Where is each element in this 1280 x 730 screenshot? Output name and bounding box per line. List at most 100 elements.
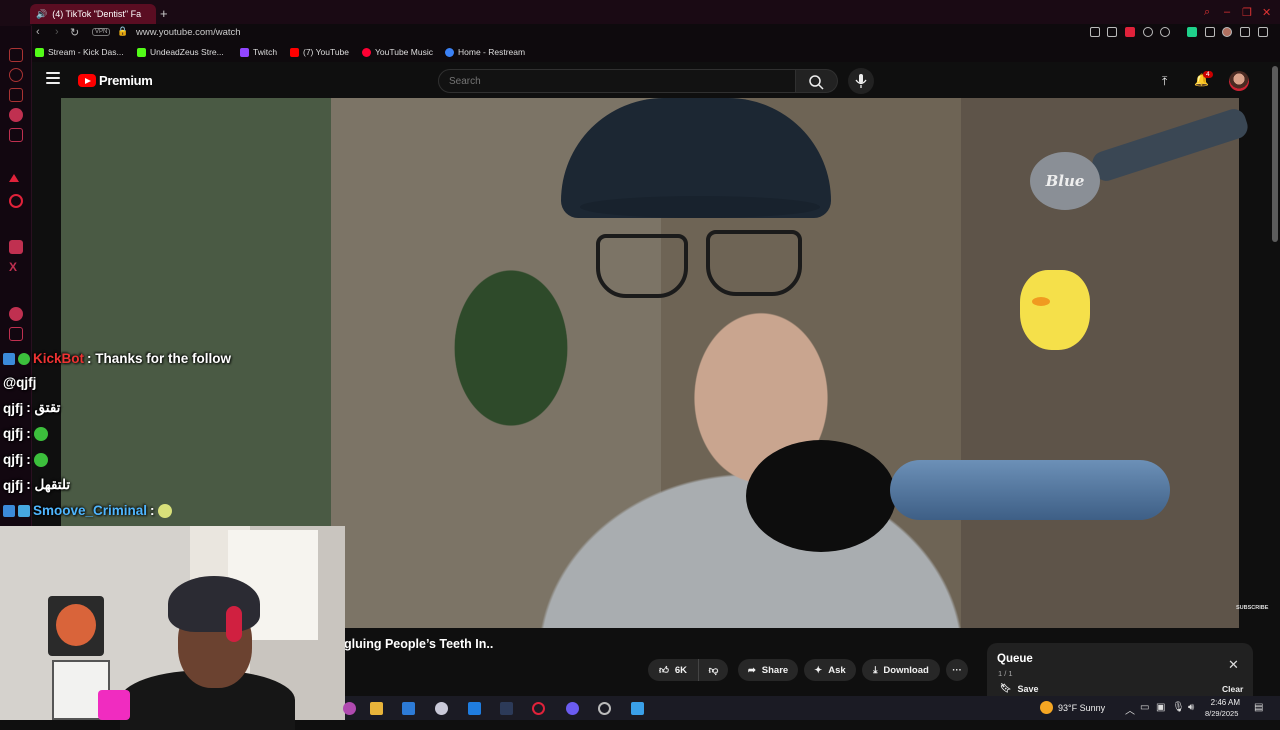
- upload-icon[interactable]: ⤒: [1162, 74, 1167, 89]
- bookmark-item[interactable]: Home - Restream: [445, 47, 525, 57]
- vpn-badge[interactable]: VPN: [92, 28, 111, 36]
- tray-app-icon[interactable]: ▣: [1156, 702, 1165, 713]
- sidebar-messenger-icon[interactable]: [9, 240, 23, 254]
- bookmark-item[interactable]: Stream - Kick Das...: [35, 47, 124, 57]
- network-icon[interactable]: ▭: [1140, 702, 1149, 713]
- search-icon: [809, 75, 824, 90]
- outlook-icon[interactable]: [468, 702, 481, 715]
- obs-icon[interactable]: [598, 702, 611, 715]
- video-frame-glasses: [706, 230, 802, 296]
- kick-icon: [137, 47, 146, 57]
- chat-username: KickBot: [33, 351, 85, 366]
- voice-search-button[interactable]: [848, 68, 874, 94]
- discord-icon[interactable]: [566, 702, 579, 715]
- search-button[interactable]: [796, 69, 838, 93]
- chat-message: KickBot : Thanks for the follow: [3, 351, 231, 366]
- taskbar-app-icon[interactable]: [343, 702, 356, 715]
- download-icon: ⤓: [873, 664, 878, 676]
- bookmark-item[interactable]: (7) YouTube: [290, 47, 349, 57]
- ask-button[interactable]: ✦ Ask: [804, 659, 856, 681]
- bookmark-item[interactable]: Twitch: [240, 47, 277, 57]
- sun-icon: [1040, 701, 1053, 714]
- search-tabs-icon[interactable]: ⌕: [1204, 6, 1210, 19]
- maximize-icon[interactable]: ❐: [1242, 6, 1252, 19]
- chat-username: Smoove_Criminal: [33, 503, 148, 518]
- adblock-icon[interactable]: [1125, 27, 1135, 37]
- chat-username: qjfj: [3, 477, 24, 493]
- bookmark-item[interactable]: YouTube Music: [362, 47, 433, 57]
- bookmark-icon: 🔖︎: [1000, 683, 1012, 693]
- chat-message: qjfj : تلتقهل: [3, 477, 70, 493]
- search-input[interactable]: [438, 69, 796, 93]
- extension-icon[interactable]: [1187, 27, 1197, 37]
- sidebar-music-icon[interactable]: [9, 108, 23, 122]
- sidebar-pinboard-icon[interactable]: [9, 307, 23, 321]
- sidebar-x-icon[interactable]: X: [9, 260, 23, 274]
- webcam-person-bonnet: [168, 576, 260, 632]
- sidebar-instagram-icon[interactable]: [9, 128, 23, 142]
- share-button[interactable]: ➦ Share: [738, 659, 798, 681]
- taskbar-window-icon[interactable]: [631, 702, 644, 715]
- account-avatar[interactable]: [1229, 71, 1249, 91]
- speaker-icon[interactable]: 🔊: [36, 9, 47, 20]
- sidebar-tool-icon[interactable]: [9, 88, 23, 102]
- minimize-icon[interactable]: –: [1224, 6, 1230, 18]
- url-field[interactable]: www.youtube.com/watch: [136, 27, 241, 38]
- new-tab-button[interactable]: +: [160, 6, 168, 21]
- sidebar-history-icon[interactable]: [9, 327, 23, 341]
- sidebar-chat-icon[interactable]: [9, 194, 23, 208]
- youtube-logo-text[interactable]: Premium: [99, 73, 153, 88]
- easy-setup-icon[interactable]: [1258, 27, 1268, 37]
- video-frame-mic-body: [890, 460, 1170, 520]
- queue-close-icon[interactable]: ✕: [1228, 657, 1239, 673]
- sidebar-mail-icon[interactable]: [9, 48, 23, 62]
- close-window-icon[interactable]: ✕: [1262, 6, 1271, 19]
- weather-widget[interactable]: 93°F Sunny: [1040, 701, 1105, 714]
- notification-center-icon[interactable]: ▤: [1254, 702, 1263, 713]
- tray-chevron-icon[interactable]: ︿: [1125, 702, 1135, 717]
- clock-time[interactable]: 2:46 AM: [1208, 698, 1240, 707]
- store-icon[interactable]: [402, 702, 415, 715]
- sparkle-icon: ✦: [814, 664, 823, 676]
- snapshot-icon[interactable]: [1107, 27, 1117, 37]
- taskbar-app-icon[interactable]: [435, 702, 448, 715]
- reload-icon[interactable]: ↻: [70, 26, 79, 39]
- page-scrollbar[interactable]: [1272, 66, 1278, 242]
- bookmark-item[interactable]: UndeadZeus Stre...: [137, 47, 224, 57]
- pin-icon[interactable]: [1090, 27, 1100, 37]
- menu-icon[interactable]: [46, 72, 60, 84]
- file-explorer-icon[interactable]: [370, 702, 383, 715]
- forward-icon[interactable]: ›: [55, 26, 59, 38]
- volume-icon[interactable]: 🔊︎: [1188, 702, 1194, 713]
- chat-message: qjfj : تقتق: [3, 400, 60, 416]
- queue-save-button[interactable]: 🔖︎ Save: [1000, 683, 1038, 694]
- opera-taskbar-icon[interactable]: [532, 702, 545, 715]
- capcut-icon[interactable]: [500, 702, 513, 715]
- player-icon[interactable]: [1143, 27, 1153, 37]
- emote-icon: [33, 426, 48, 441]
- download-manager-icon[interactable]: [1240, 27, 1250, 37]
- dislike-button[interactable]: 👎︎: [698, 659, 728, 681]
- subscribe-watermark[interactable]: SUBSCRIBE: [1236, 605, 1268, 611]
- mic-tray-icon[interactable]: 🎙︎: [1172, 702, 1185, 713]
- chat-text: : Thanks for the follow: [87, 351, 232, 366]
- webcam-headphones: [226, 606, 242, 642]
- webcam-poster-art: [56, 604, 96, 646]
- back-icon[interactable]: ‹: [36, 26, 40, 38]
- tab-active[interactable]: 🔊 (4) TikTok "Dentist" Fa: [30, 4, 156, 24]
- heart-icon[interactable]: [1160, 27, 1170, 37]
- chat-username: qjfj: [3, 426, 24, 441]
- like-button[interactable]: 👍︎ 6K: [648, 659, 698, 681]
- clock-date[interactable]: 8/29/2025: [1205, 709, 1238, 718]
- chat-username: @qjfj: [3, 375, 37, 390]
- sidebar-aria-icon[interactable]: [9, 174, 19, 182]
- more-actions-button[interactable]: ···: [946, 659, 968, 681]
- youtube-logo-icon[interactable]: [78, 74, 96, 87]
- extensions-icon[interactable]: [1205, 27, 1215, 37]
- profile-icon[interactable]: [1222, 27, 1232, 37]
- download-button[interactable]: ⤓ Download: [862, 659, 940, 681]
- sidebar-refresh-icon[interactable]: [9, 68, 23, 82]
- queue-clear-button[interactable]: Clear: [1222, 684, 1243, 694]
- webcam-microphone: [98, 690, 130, 720]
- queue-count: 1 / 1: [998, 669, 1013, 678]
